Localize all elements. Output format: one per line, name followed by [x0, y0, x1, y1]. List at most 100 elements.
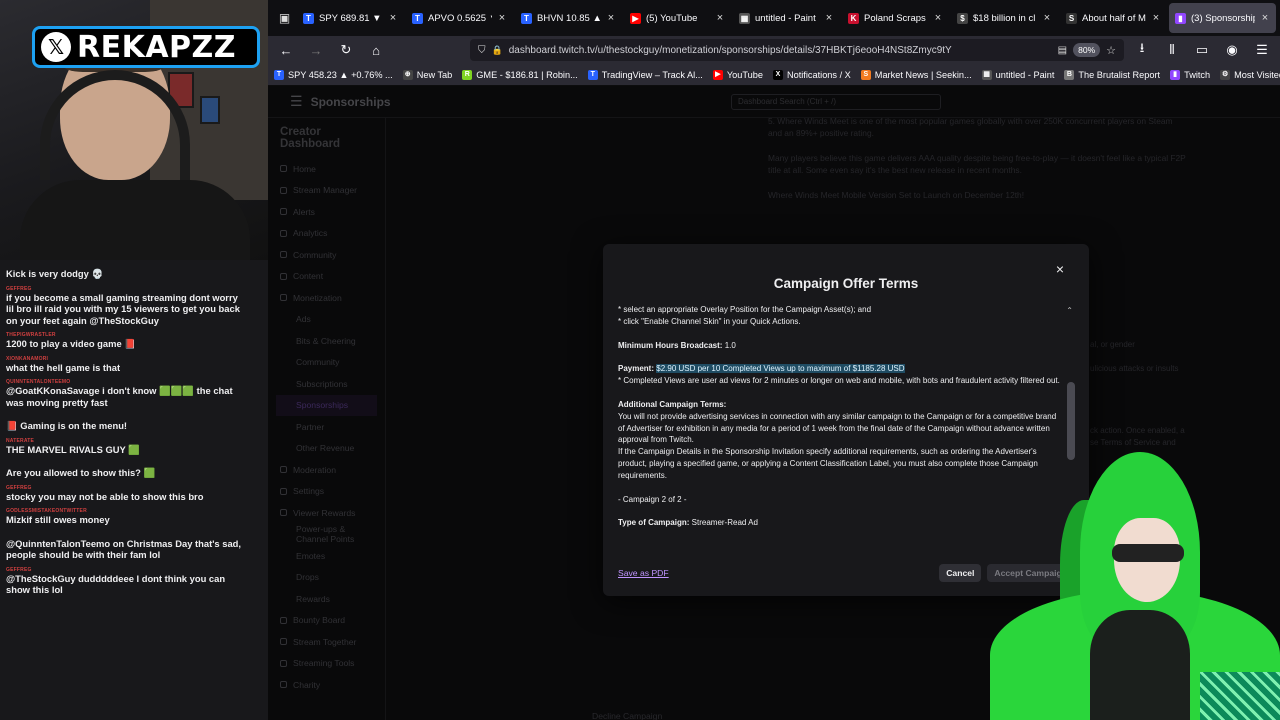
- chat-message: GEFFREG @TheStockGuy dudddddeee I dont th…: [6, 567, 262, 596]
- browser-tab[interactable]: ▶ (5) YouTube ×: [624, 3, 731, 33]
- browser-tab[interactable]: T APVO 0.5625 ▼ ×: [406, 3, 513, 33]
- tab-close-icon[interactable]: ×: [715, 12, 725, 24]
- tab-close-icon[interactable]: ×: [933, 12, 943, 24]
- bookmark-label: SPY 458.23 ▲ +0.76% ...: [288, 69, 393, 80]
- chat-message-text: Are you allowed to show this? 🟩: [6, 467, 156, 478]
- zoom-level[interactable]: 80%: [1073, 43, 1101, 57]
- tab-close-icon[interactable]: ×: [388, 12, 398, 24]
- stream-chat: Kick is very dodgy 💀 GEFFREG if you become…: [0, 260, 268, 720]
- reload-icon[interactable]: ↻: [334, 38, 358, 62]
- tab-favicon-icon: T: [303, 12, 314, 24]
- tab-favicon-icon: T: [412, 12, 423, 24]
- bookmark-item[interactable]: ▮ Twitch: [1170, 69, 1210, 80]
- download-icon[interactable]: ⭳: [1130, 38, 1154, 62]
- bookmark-item[interactable]: R GME - $186.81 | Robin...: [462, 69, 578, 80]
- shield-icon[interactable]: ⛉: [478, 45, 486, 56]
- browser-tab[interactable]: T SPY 689.81 ▼ - ×: [297, 3, 404, 33]
- tab-close-icon[interactable]: ×: [1260, 12, 1270, 24]
- tab-overview-icon[interactable]: ▣: [272, 5, 297, 31]
- webcam-person-shirt: [20, 180, 250, 260]
- tab-strip: T SPY 689.81 ▼ - × T APVO 0.5625 ▼ × T BHVN 10.…: [297, 3, 1276, 33]
- chat-message-text: @GoatKKonaSavage i don't know 🟩🟩🟩 the ch…: [6, 385, 233, 408]
- forward-icon[interactable]: →: [304, 38, 328, 62]
- tab-label: $18 billion in cl: [973, 12, 1036, 24]
- tab-label: untitled - Paint: [755, 12, 816, 24]
- browser-tab[interactable]: S About half of M ×: [1060, 3, 1167, 33]
- webcam-feed: 𝕏 REKAPZZ: [0, 0, 268, 260]
- vtuber-avatar: [990, 440, 1280, 720]
- chat-message: NATERATE THE MARVEL RIVALS GUY 🟩: [6, 438, 262, 456]
- address-bar[interactable]: ⛉ 🔒 dashboard.twitch.tv/u/thestockguy/mo…: [470, 39, 1124, 61]
- bookmark-favicon-icon: T: [587, 69, 598, 80]
- additional-terms-label: Additional Campaign Terms:: [618, 399, 1064, 411]
- avatar-body: [1090, 610, 1190, 720]
- close-icon[interactable]: ×: [1051, 260, 1069, 278]
- cancel-button[interactable]: Cancel: [939, 564, 982, 582]
- bookmark-item[interactable]: ▦ untitled - Paint: [981, 69, 1054, 80]
- bookmark-item[interactable]: ⊕ New Tab: [402, 69, 452, 80]
- bookmark-label: TradingView – Track Al...: [601, 69, 703, 80]
- min-hours-value: 1.0: [724, 340, 736, 350]
- tab-close-icon[interactable]: ×: [824, 12, 834, 24]
- channel-logo-text: REKAPZZ: [77, 29, 237, 65]
- bookmark-favicon-icon: ⊕: [402, 69, 413, 80]
- tab-label: Poland Scraps Ir: [864, 12, 928, 24]
- bookmark-favicon-icon: ⚙: [1220, 69, 1231, 80]
- bookmark-item[interactable]: T TradingView – Track Al...: [587, 69, 703, 80]
- chat-message: THEPIGWRASTLER 1200 to play a video game …: [6, 332, 262, 350]
- chat-message-text: Kick is very dodgy 💀: [6, 268, 104, 279]
- tab-close-icon[interactable]: ×: [497, 12, 507, 24]
- profile-icon[interactable]: ◉: [1220, 38, 1244, 62]
- save-as-pdf-link[interactable]: Save as PDF: [618, 568, 669, 578]
- browser-tab[interactable]: ▦ untitled - Paint ×: [733, 3, 840, 33]
- bookmark-label: GME - $186.81 | Robin...: [476, 69, 578, 80]
- channel-logo: 𝕏 REKAPZZ: [32, 26, 260, 68]
- chat-message-text: 1200 to play a video game 📕: [6, 338, 136, 349]
- payment-label: Payment:: [618, 364, 655, 374]
- tab-close-icon[interactable]: ×: [1042, 12, 1052, 24]
- home-icon[interactable]: ⌂: [364, 38, 388, 62]
- tab-label: APVO 0.5625 ▼: [428, 12, 492, 24]
- bookmark-item[interactable]: T SPY 458.23 ▲ +0.76% ...: [274, 69, 393, 80]
- tab-label: (3) Sponsorship: [1191, 12, 1255, 24]
- bookmark-item[interactable]: ⚙ Most Visited: [1220, 69, 1280, 80]
- bookmark-star-icon[interactable]: ☆: [1106, 44, 1116, 57]
- tab-favicon-icon: ▮: [1175, 12, 1186, 24]
- bookmark-favicon-icon: T: [274, 69, 284, 80]
- sidebar-icon[interactable]: ▭: [1190, 38, 1214, 62]
- tab-favicon-icon: ▶: [630, 12, 641, 24]
- tab-favicon-icon: ▦: [739, 12, 750, 24]
- tab-label: About half of M: [1082, 12, 1146, 24]
- chat-message: GODLESSMISTAKEONTWITTER Mizkif still owes…: [6, 508, 262, 526]
- bookmark-favicon-icon: ▦: [981, 69, 992, 80]
- browser-tab[interactable]: K Poland Scraps Ir ×: [842, 3, 949, 33]
- bookmark-item[interactable]: B The Brutalist Report: [1064, 69, 1161, 80]
- url-text[interactable]: dashboard.twitch.tv/u/thestockguy/moneti…: [509, 45, 1052, 56]
- bookmark-favicon-icon: B: [1064, 69, 1075, 80]
- scroll-up-icon[interactable]: ⌃: [1066, 306, 1073, 315]
- avatar-pattern: [1200, 672, 1280, 720]
- tab-label: SPY 689.81 ▼ -: [319, 12, 383, 24]
- chat-message: Kick is very dodgy 💀: [6, 262, 262, 280]
- browser-tab[interactable]: ▮ (3) Sponsorship ×: [1169, 3, 1276, 33]
- terms-line: * click "Enable Channel Skin" in your Qu…: [618, 316, 801, 326]
- reader-view-icon[interactable]: ▤: [1058, 45, 1067, 56]
- chat-message: GEFFREG stocky you may not be able to sho…: [6, 485, 262, 503]
- browser-tab[interactable]: $ $18 billion in cl ×: [951, 3, 1058, 33]
- tab-close-icon[interactable]: ×: [606, 12, 616, 24]
- back-icon[interactable]: ←: [274, 38, 298, 62]
- bookmark-favicon-icon: S: [860, 69, 871, 80]
- tab-close-icon[interactable]: ×: [1151, 12, 1161, 24]
- lock-icon[interactable]: 🔒: [492, 45, 503, 56]
- webcam-poster: [200, 96, 220, 124]
- tab-label: (5) YouTube: [646, 12, 698, 24]
- browser-tab[interactable]: T BHVN 10.85 ▲ ×: [515, 3, 622, 33]
- bookmark-label: The Brutalist Report: [1078, 69, 1161, 80]
- chat-message-text: THE MARVEL RIVALS GUY 🟩: [6, 443, 140, 455]
- menu-icon[interactable]: ☰: [1250, 38, 1274, 62]
- tab-bar: ▣ T SPY 689.81 ▼ - × T APVO 0.5625 ▼ × T BHVN 1…: [268, 0, 1280, 36]
- bookmark-item[interactable]: ▶ YouTube: [712, 69, 763, 80]
- bookmark-item[interactable]: X Notifications / X: [772, 69, 851, 80]
- bookmark-item[interactable]: S Market News | Seekin...: [860, 69, 972, 80]
- library-icon[interactable]: ⫴: [1160, 38, 1184, 62]
